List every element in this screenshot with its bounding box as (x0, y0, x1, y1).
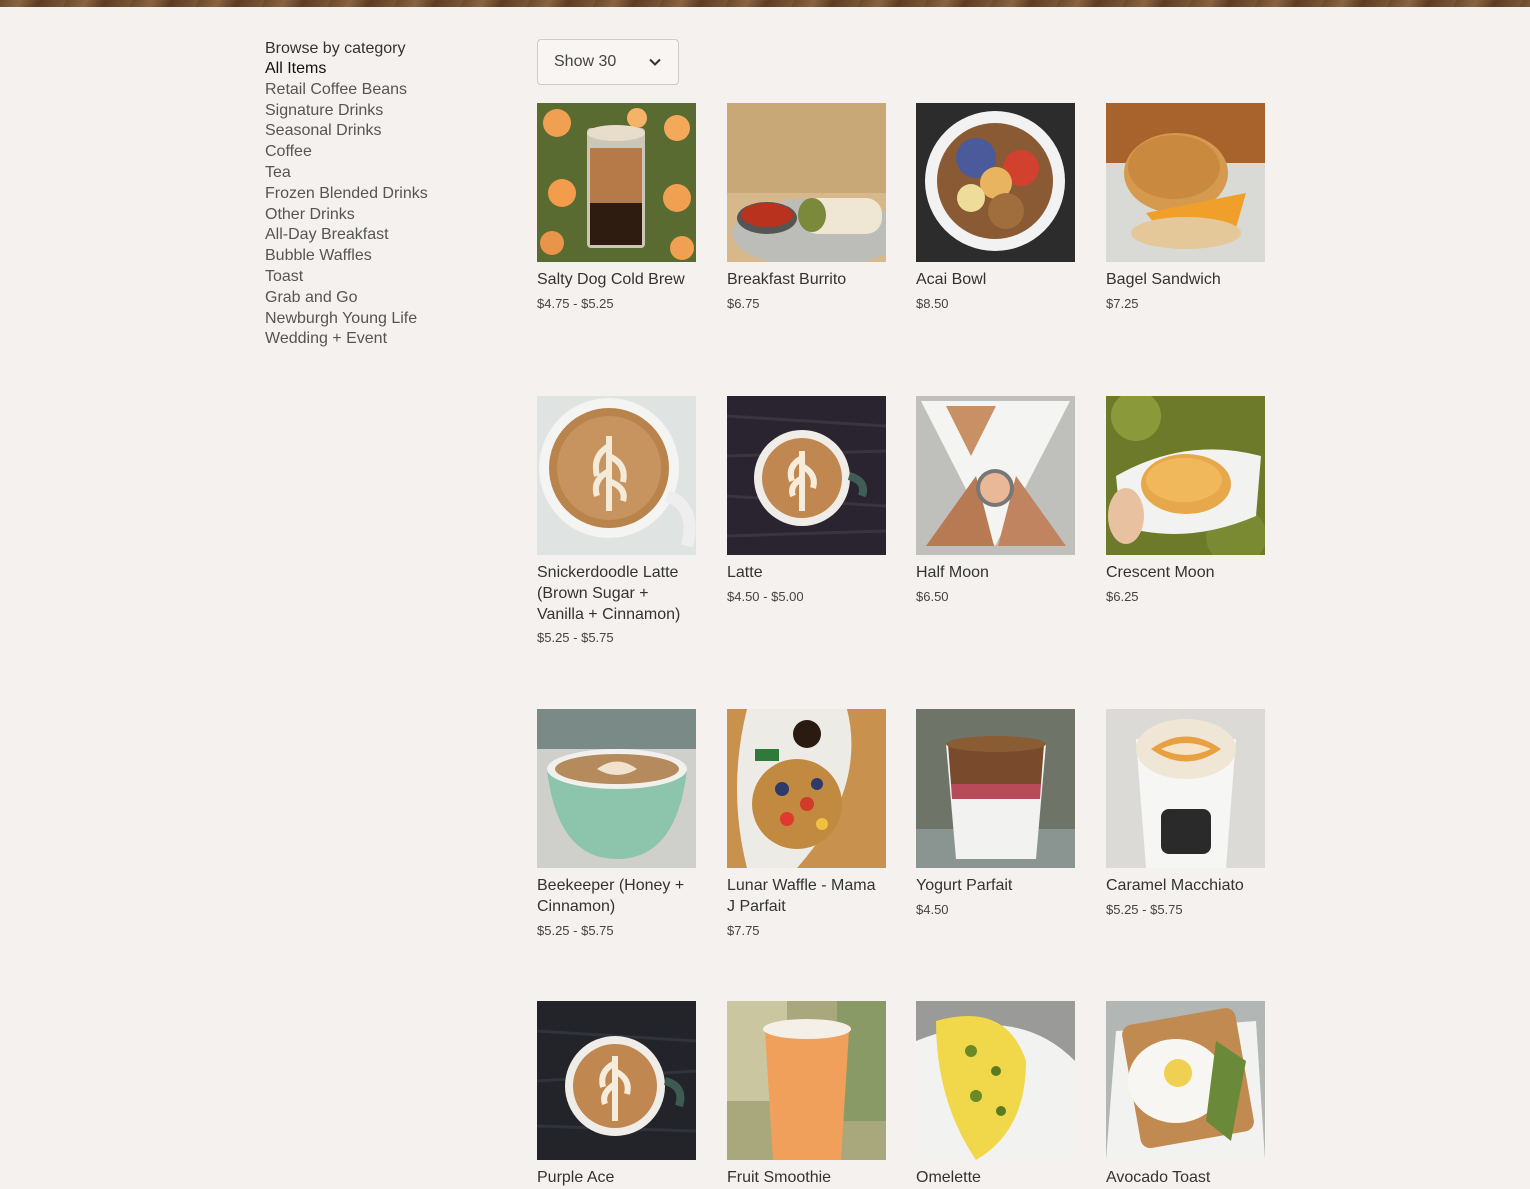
product-name[interactable]: Acai Bowl (916, 270, 1075, 291)
product-image-beekeeper[interactable] (537, 709, 696, 868)
category-sidebar: Browse by category All Items Retail Coff… (265, 38, 495, 350)
product-image-omelette[interactable] (916, 1001, 1075, 1160)
product-image-caramel-macchiato[interactable] (1106, 709, 1265, 868)
product-card[interactable]: Acai Bowl $8.50 (916, 103, 1075, 312)
product-image-crescent-moon[interactable] (1106, 396, 1265, 555)
product-name[interactable]: Salty Dog Cold Brew (537, 270, 696, 291)
product-name[interactable]: Fruit Smoothie (727, 1168, 886, 1189)
product-price: $4.50 (916, 901, 949, 917)
product-card[interactable]: Half Moon $6.50 (916, 396, 1075, 605)
category-tea[interactable]: Tea (265, 163, 495, 184)
product-card[interactable]: Omelette (916, 1001, 1075, 1189)
product-price: $8.50 (916, 295, 949, 311)
product-name[interactable]: Latte (727, 563, 886, 584)
header-banner (0, 0, 1530, 7)
category-toast[interactable]: Toast (265, 267, 495, 288)
product-image-bagel-sandwich[interactable] (1106, 103, 1265, 262)
category-wedding-event[interactable]: Wedding + Event (265, 329, 495, 350)
category-other-drinks[interactable]: Other Drinks (265, 205, 495, 226)
product-card[interactable]: Snickerdoodle Latte (Brown Sugar + Vanil… (537, 396, 696, 646)
product-price: $5.25 - $5.75 (537, 630, 614, 646)
category-retail-coffee-beans[interactable]: Retail Coffee Beans (265, 80, 495, 101)
product-name[interactable]: Purple Ace (537, 1168, 696, 1189)
product-price: $6.50 (916, 588, 949, 604)
product-card[interactable]: Latte $4.50 - $5.00 (727, 396, 886, 605)
product-name[interactable]: Breakfast Burrito (727, 270, 886, 291)
product-card[interactable]: Salty Dog Cold Brew $4.75 - $5.25 (537, 103, 696, 312)
product-price: $6.25 (1106, 588, 1139, 604)
category-bubble-waffles[interactable]: Bubble Waffles (265, 246, 495, 267)
product-card[interactable]: Purple Ace (537, 1001, 696, 1189)
product-price: $5.25 - $5.75 (1106, 901, 1183, 917)
category-list: All Items Retail Coffee Beans Signature … (265, 59, 495, 350)
product-name[interactable]: Snickerdoodle Latte (Brown Sugar + Vanil… (537, 563, 696, 625)
product-name[interactable]: Yogurt Parfait (916, 876, 1075, 897)
product-price: $7.75 (727, 922, 760, 938)
category-newburgh-young-life[interactable]: Newburgh Young Life (265, 309, 495, 330)
product-name[interactable]: Crescent Moon (1106, 563, 1265, 584)
category-all-day-breakfast[interactable]: All-Day Breakfast (265, 225, 495, 246)
product-card[interactable]: Lunar Waffle - Mama J Parfait $7.75 (727, 709, 886, 939)
product-card[interactable]: Crescent Moon $6.25 (1106, 396, 1265, 605)
product-image-yogurt-parfait[interactable] (916, 709, 1075, 868)
product-name[interactable]: Omelette (916, 1168, 1075, 1189)
product-name[interactable]: Lunar Waffle - Mama J Parfait (727, 876, 886, 918)
sidebar-heading: Browse by category (265, 40, 406, 57)
product-price: $4.50 - $5.00 (727, 588, 804, 604)
product-name[interactable]: Beekeeper (Honey + Cinnamon) (537, 876, 696, 918)
product-image-half-moon[interactable] (916, 396, 1075, 555)
product-card[interactable]: Yogurt Parfait $4.50 (916, 709, 1075, 918)
product-card[interactable]: Caramel Macchiato $5.25 - $5.75 (1106, 709, 1265, 918)
category-frozen-blended-drinks[interactable]: Frozen Blended Drinks (265, 184, 495, 205)
product-image-avocado-toast[interactable] (1106, 1001, 1265, 1160)
product-card[interactable]: Avocado Toast (1106, 1001, 1265, 1189)
product-name[interactable]: Bagel Sandwich (1106, 270, 1265, 291)
product-name[interactable]: Avocado Toast (1106, 1168, 1265, 1189)
product-image-acai-bowl[interactable] (916, 103, 1075, 262)
product-card[interactable]: Bagel Sandwich $7.25 (1106, 103, 1265, 312)
category-grab-and-go[interactable]: Grab and Go (265, 288, 495, 309)
product-image-salty-dog[interactable] (537, 103, 696, 262)
category-coffee[interactable]: Coffee (265, 142, 495, 163)
product-name[interactable]: Half Moon (916, 563, 1075, 584)
product-card[interactable]: Beekeeper (Honey + Cinnamon) $5.25 - $5.… (537, 709, 696, 939)
category-seasonal-drinks[interactable]: Seasonal Drinks (265, 121, 495, 142)
product-image-fruit-smoothie[interactable] (727, 1001, 886, 1160)
product-price: $7.25 (1106, 295, 1139, 311)
category-signature-drinks[interactable]: Signature Drinks (265, 101, 495, 122)
product-price: $6.75 (727, 295, 760, 311)
product-card[interactable]: Fruit Smoothie (727, 1001, 886, 1189)
product-name[interactable]: Caramel Macchiato (1106, 876, 1265, 897)
items-per-page-select[interactable]: Show 30 (537, 39, 679, 85)
items-per-page-value: Show 30 (554, 53, 617, 70)
product-image-breakfast-burrito[interactable] (727, 103, 886, 262)
product-card[interactable]: Breakfast Burrito $6.75 (727, 103, 886, 312)
product-image-snickerdoodle-latte[interactable] (537, 396, 696, 555)
product-image-latte[interactable] (727, 396, 886, 555)
category-all-items[interactable]: All Items (265, 59, 495, 80)
product-image-purple-ace[interactable] (537, 1001, 696, 1160)
chevron-down-icon (649, 58, 661, 66)
product-price: $5.25 - $5.75 (537, 922, 614, 938)
product-image-lunar-waffle[interactable] (727, 709, 886, 868)
product-price: $4.75 - $5.25 (537, 295, 614, 311)
